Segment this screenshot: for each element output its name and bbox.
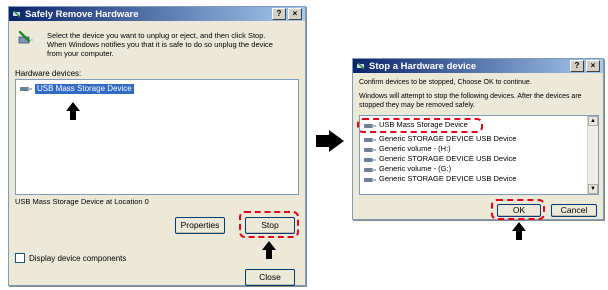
- usb-mass-storage-highlight: [357, 118, 483, 133]
- display-components-row[interactable]: Display device components: [15, 253, 126, 263]
- instructions-text: Select the device you want to unplug or …: [47, 31, 273, 58]
- safely-remove-hardware-window: Safely Remove Hardware ? × Select the de…: [8, 6, 306, 286]
- usb-device-icon: [364, 156, 376, 163]
- right-arrow-icon: [316, 130, 344, 152]
- usb-device-icon: [364, 166, 376, 173]
- arrow-to-ok-button: [512, 222, 526, 240]
- help-button[interactable]: ?: [272, 8, 286, 20]
- usb-device-icon: [20, 85, 32, 92]
- list-item-usb-mass-storage[interactable]: USB Mass Storage Device: [20, 84, 134, 94]
- properties-button[interactable]: Properties: [175, 217, 225, 234]
- usb-device-icon: [364, 176, 376, 183]
- hardware-large-icon: [17, 29, 35, 47]
- list-item[interactable]: Generic STORAGE DEVICE USB Device: [364, 174, 516, 184]
- stop-button-highlight: [239, 211, 299, 238]
- list-item[interactable]: Generic STORAGE DEVICE USB Device: [364, 154, 516, 164]
- window1-titlebar[interactable]: Safely Remove Hardware ? ×: [9, 7, 305, 21]
- attempt-text: Windows will attempt to stop the followi…: [359, 93, 582, 109]
- usb-device-icon: [364, 136, 376, 143]
- list-scrollbar[interactable]: ▲ ▼: [587, 116, 598, 194]
- window2-titlebar[interactable]: Stop a Hardware device ? ×: [353, 59, 603, 73]
- ok-button-highlight: [491, 199, 545, 220]
- hardware-devices-list[interactable]: USB Mass Storage Device: [15, 79, 299, 195]
- close-icon[interactable]: ×: [288, 8, 302, 20]
- selected-device-label: USB Mass Storage Device: [35, 84, 134, 94]
- display-components-label: Display device components: [29, 253, 127, 263]
- stop-hardware-device-window: Stop a Hardware device ? × Confirm devic…: [352, 58, 604, 220]
- arrow-to-selected-device: [66, 102, 80, 120]
- close-icon-2[interactable]: ×: [586, 60, 600, 72]
- scroll-down-icon[interactable]: ▼: [588, 184, 598, 194]
- close-button[interactable]: Close: [245, 269, 295, 286]
- device-location-text: USB Mass Storage Device at Location 0: [15, 197, 149, 206]
- help-button-2[interactable]: ?: [570, 60, 584, 72]
- scroll-up-icon[interactable]: ▲: [588, 116, 598, 126]
- usb-device-icon: [364, 146, 376, 153]
- list-item[interactable]: Generic volume - (H:): [364, 144, 516, 154]
- confirm-text: Confirm devices to be stopped, Choose OK…: [359, 79, 532, 86]
- hardware-devices-label: Hardware devices:: [15, 69, 82, 78]
- list-item[interactable]: Generic volume - (G:): [364, 164, 516, 174]
- window2-title: Stop a Hardware device: [369, 60, 477, 72]
- safely-remove-hardware-icon: [12, 9, 22, 19]
- window1-title: Safely Remove Hardware: [25, 8, 139, 20]
- arrow-to-stop-button: [262, 241, 276, 259]
- cancel-button[interactable]: Cancel: [551, 204, 597, 217]
- stop-hardware-device-icon: [356, 61, 366, 71]
- list-item[interactable]: Generic STORAGE DEVICE USB Device: [364, 134, 516, 144]
- display-components-checkbox[interactable]: [15, 253, 25, 263]
